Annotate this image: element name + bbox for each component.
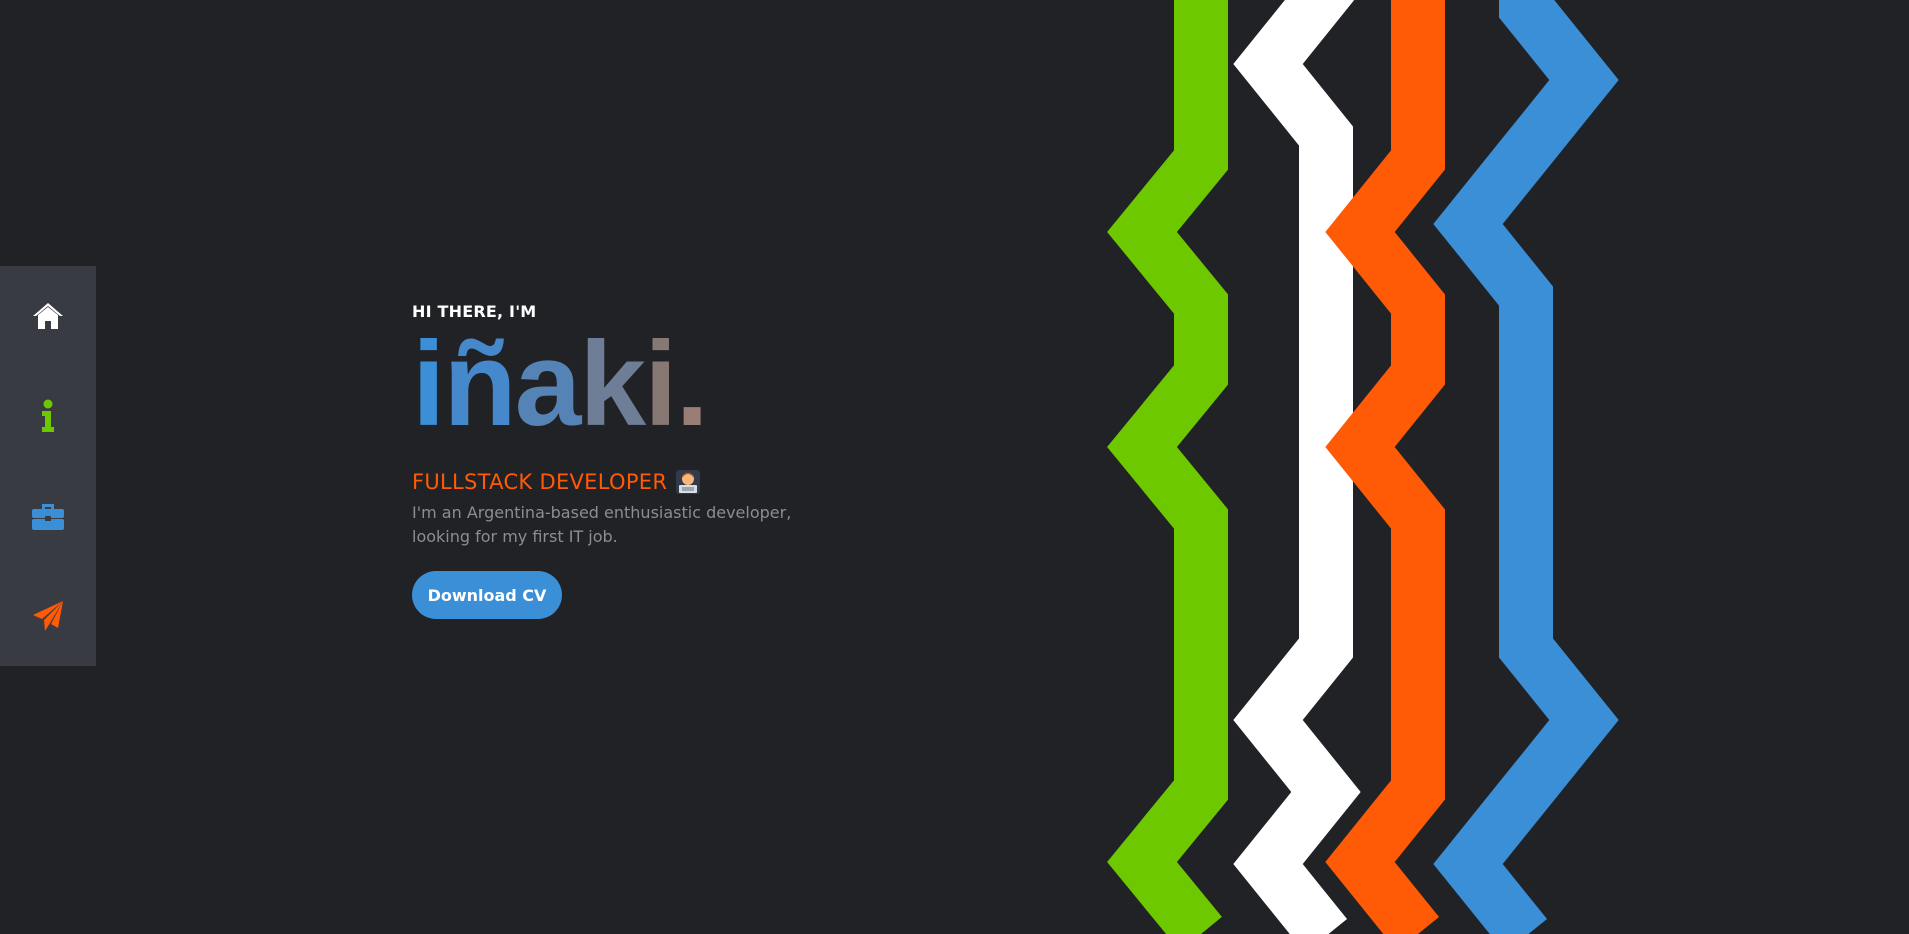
name-letter: . [675,317,709,451]
name-letter: i [644,317,677,451]
nav-home[interactable] [0,266,96,366]
green-zigzag-stripe [1107,0,1228,934]
nav-portfolio[interactable] [0,466,96,566]
description-text: I'm an Argentina-based enthusiastic deve… [412,503,792,546]
name-letter: a [514,317,582,451]
info-icon [42,399,54,432]
hero-section: HI THERE, I'M iñaki. FULLSTACK DEVELOPER… [412,302,832,619]
decorative-zigzag-stripes [1107,0,1619,934]
orange-zigzag-stripe [1325,0,1445,934]
role-title: FULLSTACK DEVELOPER [412,469,832,495]
home-icon [33,303,63,329]
download-cv-button[interactable]: Download CV [412,571,562,619]
white-zigzag-stripe [1233,0,1361,934]
name-letter: k [579,317,646,451]
name-letter: i [412,317,445,451]
name-letter: ñ [443,317,516,451]
nav-contact[interactable] [0,566,96,666]
technologist-emoji-icon [676,470,701,494]
name-heading: iñaki. [412,317,832,451]
role-text: FULLSTACK DEVELOPER [412,470,668,494]
briefcase-icon [32,504,64,530]
paper-plane-icon [33,601,63,631]
sidebar-nav [0,266,96,666]
blue-zigzag-stripe [1433,0,1619,934]
nav-about[interactable] [0,366,96,466]
